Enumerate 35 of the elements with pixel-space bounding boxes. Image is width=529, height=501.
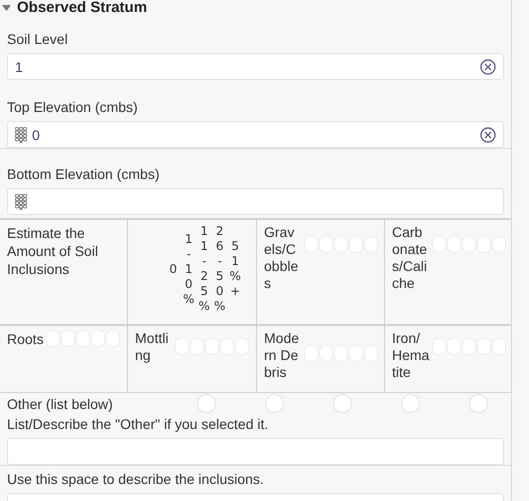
- field-label: List/Describe the "Other" if you selected it.: [7, 415, 270, 433]
- column-header: 26-50%: [214, 224, 226, 314]
- radio-button[interactable]: [333, 394, 352, 413]
- field-label: Use this space to describe the inclusions.: [7, 470, 265, 488]
- input-field[interactable]: [7, 188, 504, 215]
- input-field[interactable]: 1: [7, 53, 504, 80]
- row-label: Mottling: [135, 330, 170, 364]
- input-field[interactable]: 0: [7, 121, 504, 148]
- row-label: Roots: [7, 330, 44, 348]
- field-label: Top Elevation (cmbs): [7, 98, 139, 116]
- column-header: 1-10%: [183, 232, 194, 306]
- row-label: Carbonates/Caliche: [392, 224, 428, 292]
- field-label: Bottom Elevation (cmbs): [7, 165, 160, 183]
- caret-icon[interactable]: [2, 4, 11, 10]
- row-label: Other (list below): [7, 396, 114, 412]
- keypad-icon: [15, 126, 28, 142]
- field-value: 0: [32, 126, 41, 142]
- clear-icon[interactable]: [480, 58, 496, 74]
- clear-icon[interactable]: [480, 126, 496, 142]
- radio-button[interactable]: [265, 394, 284, 413]
- radio-button[interactable]: [197, 394, 216, 413]
- row-label: Modern Debris: [264, 330, 300, 381]
- column-header: 51%+: [230, 239, 241, 299]
- column-header: 0: [168, 262, 178, 276]
- section-title: Observed Stratum: [17, 0, 148, 14]
- keypad-icon: [15, 194, 28, 210]
- field-label: Soil Level: [7, 30, 69, 48]
- radio-button[interactable]: [469, 394, 488, 413]
- radio-button[interactable]: [401, 394, 420, 413]
- question-text: Estimate the Amount of Soil Inclusions: [7, 224, 100, 278]
- row-label: Iron/Hematite: [392, 330, 430, 381]
- input-field[interactable]: [7, 438, 504, 465]
- field-value: 1: [15, 58, 24, 74]
- row-label: Gravels/Cobbles: [264, 224, 300, 292]
- column-header: 11-25%: [198, 224, 210, 314]
